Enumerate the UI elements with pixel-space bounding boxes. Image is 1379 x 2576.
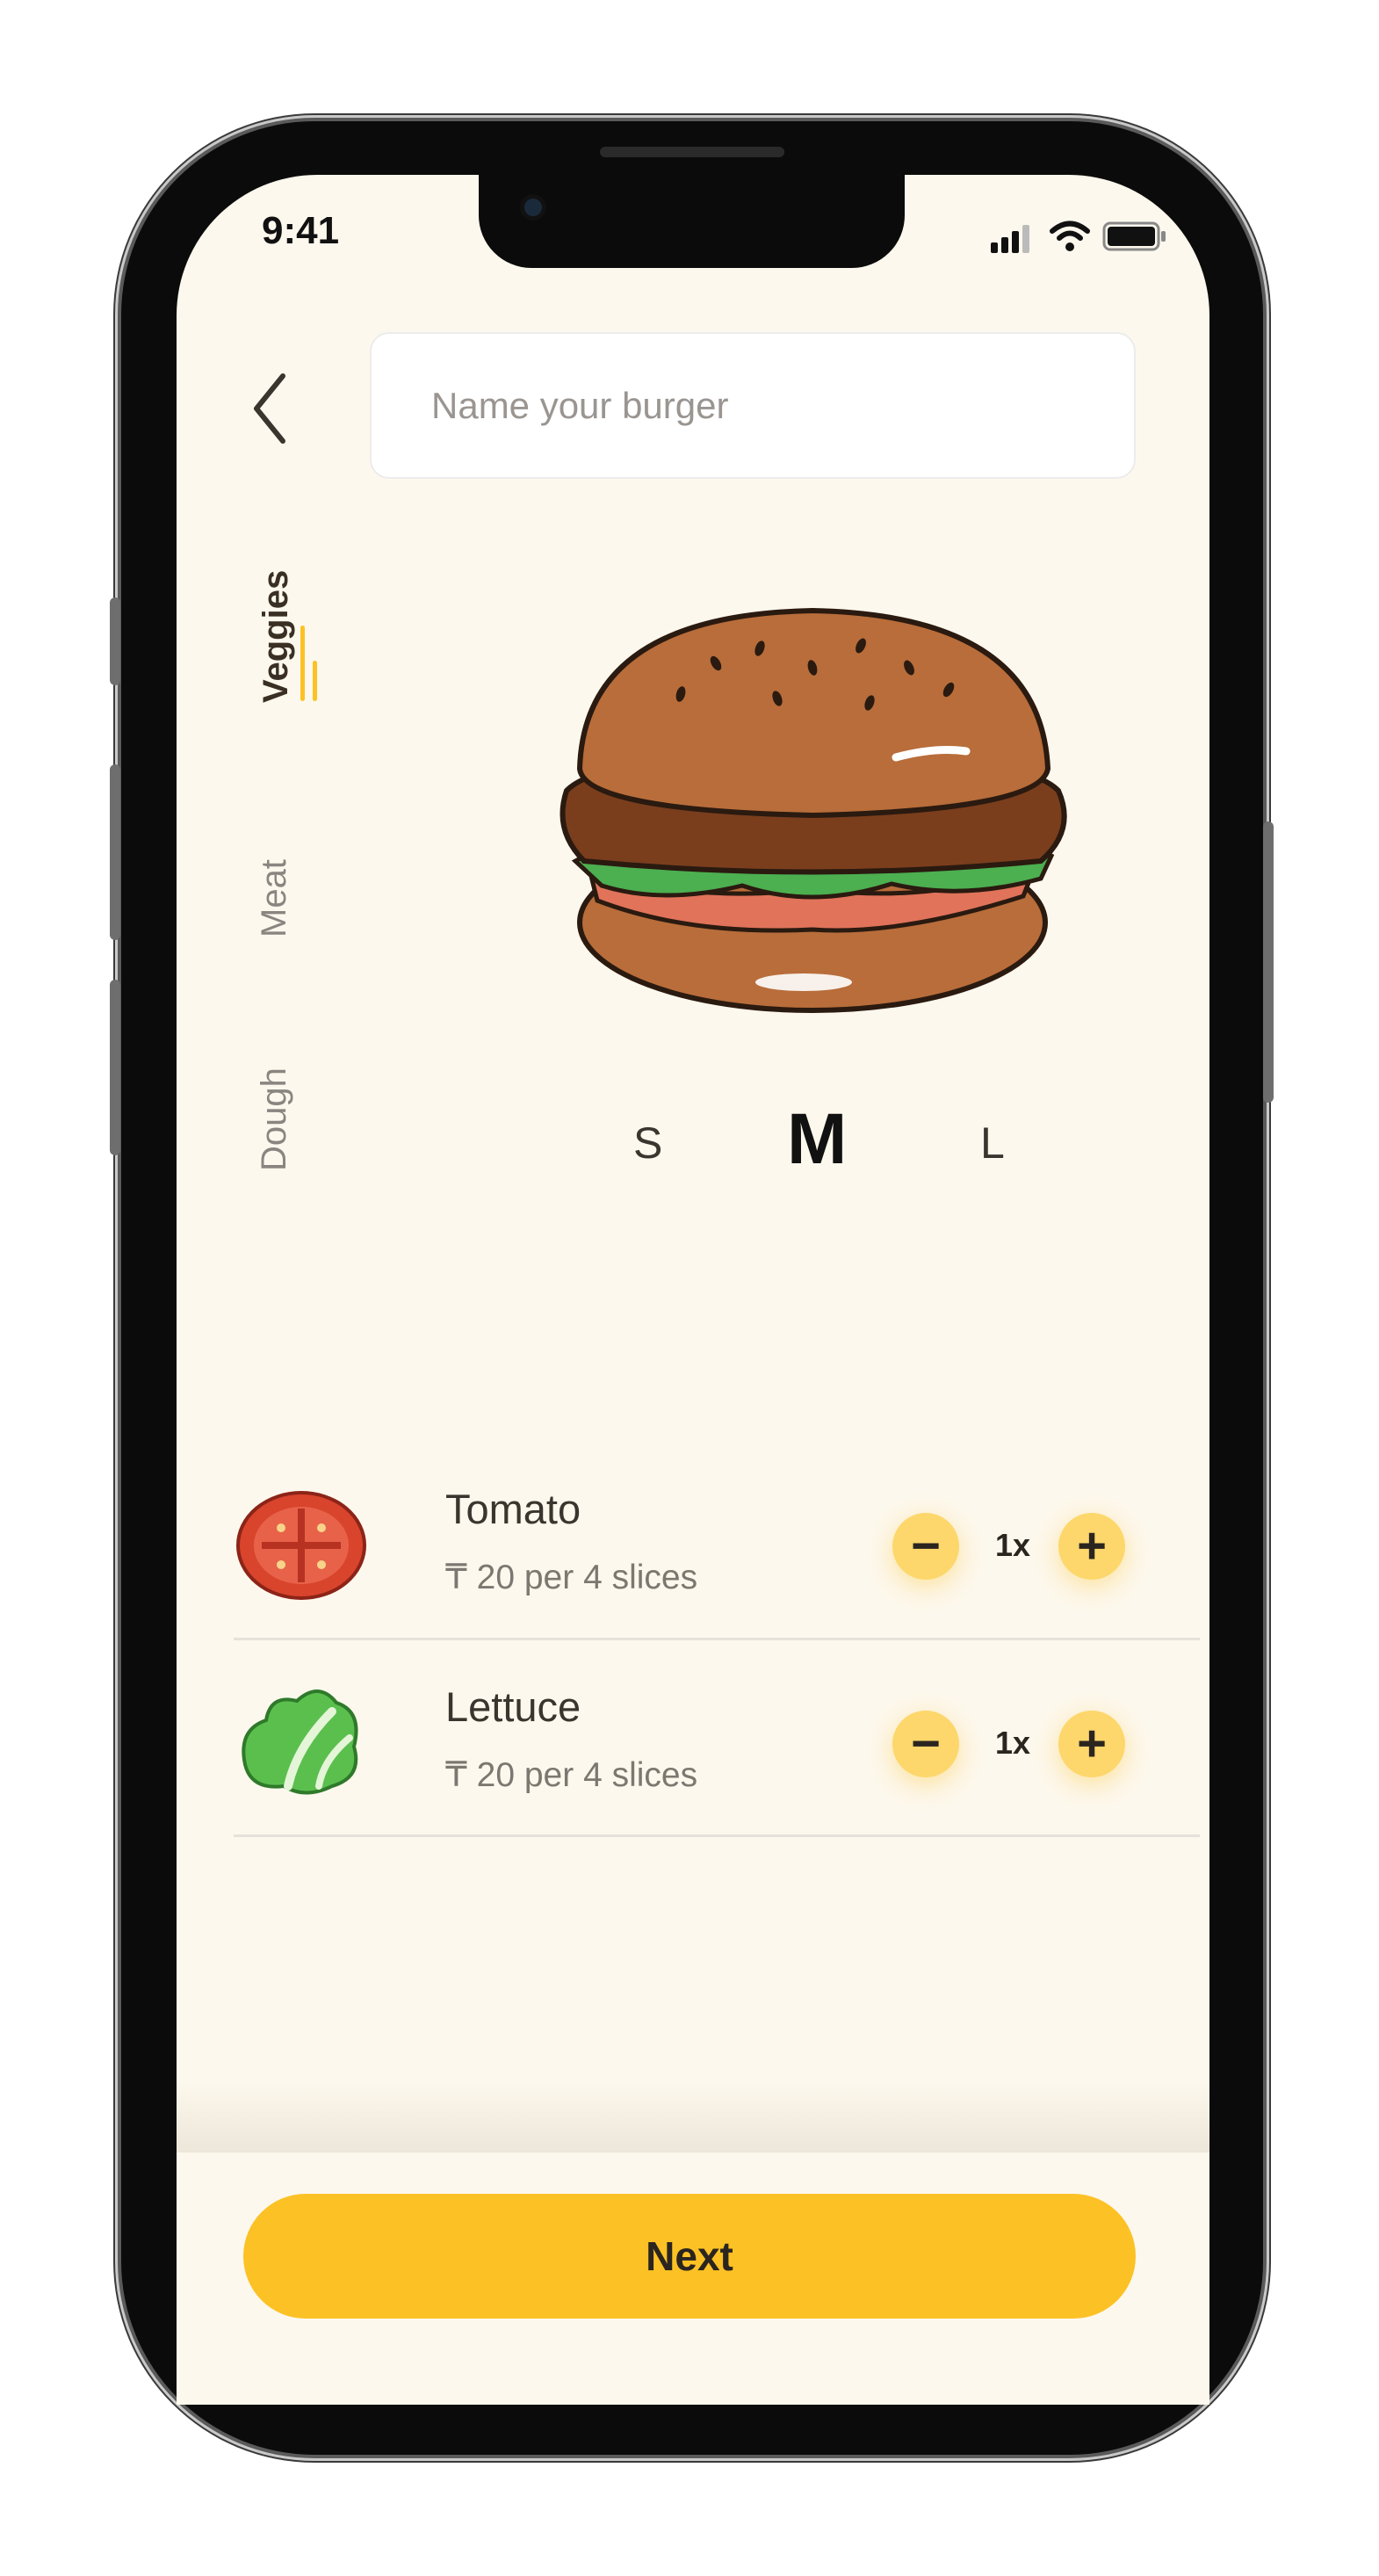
tab-dough[interactable]: Dough	[255, 1067, 294, 1171]
list-item	[235, 1467, 1202, 1643]
chevron-left-icon	[254, 373, 285, 444]
notch	[479, 171, 905, 268]
power-button	[1263, 821, 1274, 1103]
status-time: 9:41	[262, 209, 340, 252]
volume-down-button	[110, 980, 120, 1155]
battery-icon	[1102, 221, 1166, 251]
ingredient-price: ₸ 20 per 4 slices	[445, 1559, 698, 1596]
quantity-value: 1x	[995, 1527, 1031, 1563]
burger-name-input[interactable]	[370, 332, 1136, 479]
burger-illustration	[560, 607, 1067, 1013]
row-divider	[234, 1638, 1200, 1640]
mute-switch	[110, 597, 120, 685]
size-m-option[interactable]: M	[787, 1098, 847, 1181]
ingredient-name: Lettuce	[445, 1683, 581, 1730]
list-item	[235, 1665, 1202, 1841]
active-tab-indicator	[300, 626, 305, 701]
ingredient-name: Tomato	[445, 1486, 581, 1532]
increment-button[interactable]: +	[1058, 1711, 1125, 1777]
back-button[interactable]	[246, 369, 299, 448]
row-divider	[234, 1834, 1200, 1837]
increment-button[interactable]: +	[1058, 1513, 1125, 1580]
front-camera	[524, 199, 542, 216]
earpiece-speaker	[600, 147, 784, 157]
volume-up-button	[110, 764, 120, 940]
size-s-option[interactable]: S	[633, 1118, 662, 1169]
signal-icon	[991, 225, 1029, 253]
size-l-option[interactable]: L	[980, 1118, 1005, 1169]
footer-shadow	[177, 2082, 1209, 2153]
lettuce-icon	[242, 1690, 358, 1795]
quantity-value: 1x	[995, 1725, 1031, 1761]
next-button[interactable]: Next	[243, 2194, 1136, 2319]
decrement-button[interactable]: −	[892, 1513, 959, 1580]
tab-veggies[interactable]: Veggies	[256, 570, 296, 703]
active-tab-indicator-short	[313, 661, 317, 701]
decrement-button[interactable]: −	[892, 1711, 959, 1777]
tab-meat[interactable]: Meat	[255, 859, 294, 937]
tomato-icon	[236, 1491, 366, 1600]
app-screen	[177, 175, 1209, 2405]
wifi-icon	[1050, 221, 1090, 251]
ingredient-price: ₸ 20 per 4 slices	[445, 1756, 698, 1794]
